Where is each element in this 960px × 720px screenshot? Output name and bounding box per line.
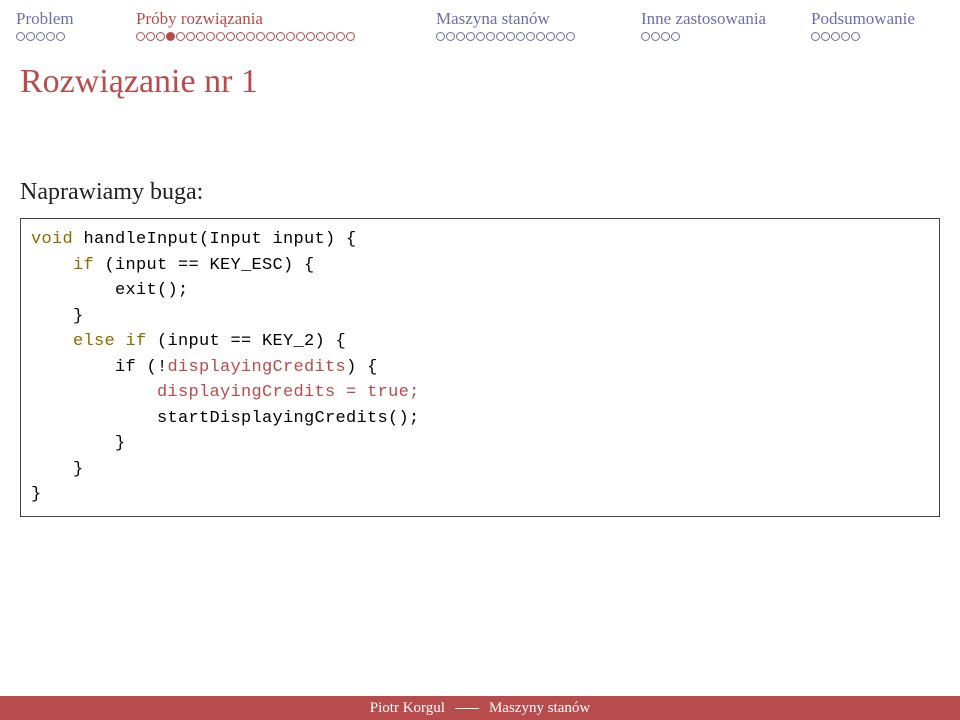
nav-label: Problem xyxy=(16,8,74,30)
progress-dots xyxy=(811,32,861,41)
code-text: } xyxy=(31,460,84,479)
code-text: (input == KEY_2) { xyxy=(147,332,347,351)
nav-item-podsumowanie: Podsumowanie xyxy=(811,8,941,41)
footer-separator xyxy=(455,708,479,709)
progress-dots xyxy=(16,32,66,41)
progress-dots xyxy=(136,32,356,41)
code-text: } xyxy=(31,434,126,453)
code-text: handleInput(Input input) { xyxy=(73,230,357,249)
code-keyword: void xyxy=(31,230,73,249)
slide-content: Naprawiamy buga: void handleInput(Input … xyxy=(0,109,960,517)
slide-footer: Piotr Korgul Maszyny stanów xyxy=(0,696,960,720)
nav-item-problem: Problem xyxy=(16,8,136,41)
progress-dots xyxy=(436,32,576,41)
progress-dots xyxy=(641,32,681,41)
code-text: (input == KEY_ESC) { xyxy=(94,256,315,275)
code-text: } xyxy=(31,485,42,504)
nav-label: Podsumowanie xyxy=(811,8,915,30)
nav-label: Próby rozwiązania xyxy=(136,8,263,30)
code-keyword: else if xyxy=(31,332,147,351)
footer-talk: Maszyny stanów xyxy=(489,700,590,717)
nav-item-proby: Próby rozwiązania xyxy=(136,8,436,41)
code-keyword: if xyxy=(31,256,94,275)
slide-subhead: Naprawiamy buga: xyxy=(20,179,940,206)
code-highlight: displayingCredits = xyxy=(157,383,367,402)
code-text: exit(); xyxy=(31,281,189,300)
footer-author: Piotr Korgul xyxy=(370,700,445,717)
nav-label: Maszyna stanów xyxy=(436,8,550,30)
nav-label: Inne zastosowania xyxy=(641,8,766,30)
code-text: } xyxy=(31,307,84,326)
code-text xyxy=(31,383,157,402)
section-nav: Problem Próby rozwiązania Maszyna stanów… xyxy=(0,0,960,41)
code-text: if (! xyxy=(31,358,168,377)
code-highlight: displayingCredits xyxy=(168,358,347,377)
code-text: startDisplayingCredits(); xyxy=(31,409,420,428)
code-text: ) { xyxy=(346,358,378,377)
nav-item-maszyna: Maszyna stanów xyxy=(436,8,641,41)
code-listing: void handleInput(Input input) { if (inpu… xyxy=(20,218,940,517)
nav-item-inne: Inne zastosowania xyxy=(641,8,811,41)
code-highlight: ; xyxy=(409,383,420,402)
slide-title: Rozwiązanie nr 1 xyxy=(0,41,960,109)
code-highlight: true xyxy=(367,383,409,402)
